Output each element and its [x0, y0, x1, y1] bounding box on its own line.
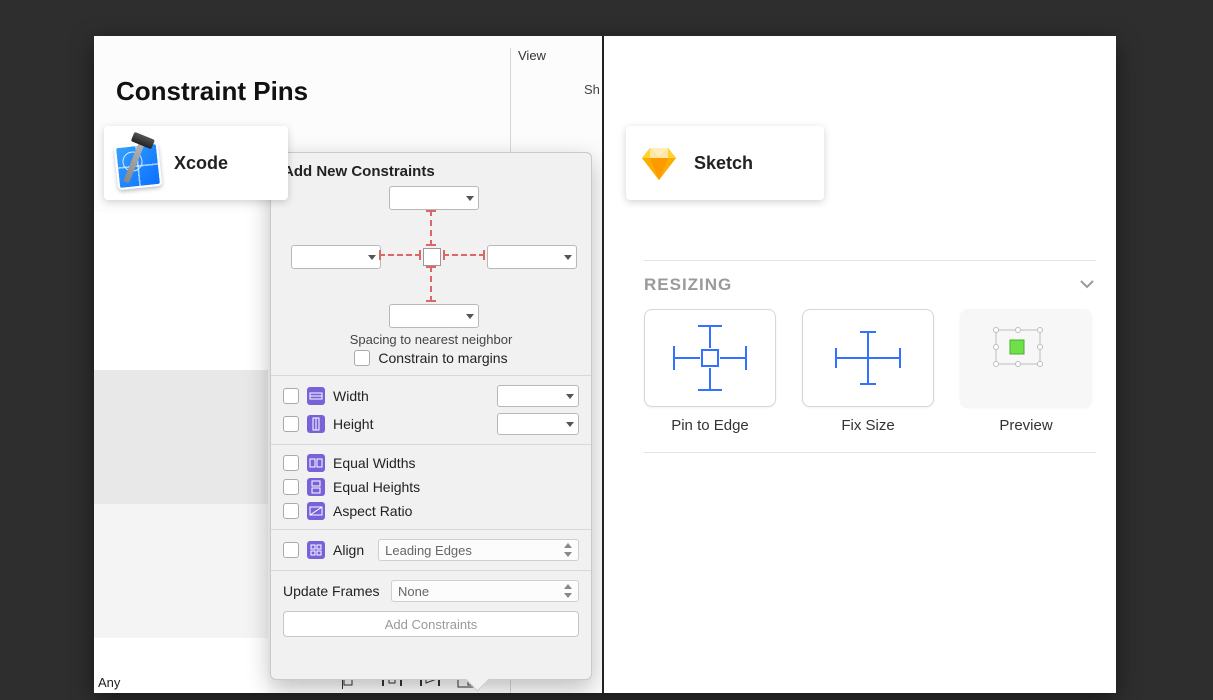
- page-title: Constraint Pins: [116, 76, 308, 107]
- divider: [271, 570, 591, 571]
- height-icon: [307, 415, 325, 433]
- width-value-field[interactable]: [497, 385, 579, 407]
- fix-size-tile[interactable]: [802, 309, 934, 407]
- divider: [644, 452, 1096, 453]
- view-label: View: [518, 48, 546, 63]
- top-strut[interactable]: [430, 210, 434, 246]
- left-strut[interactable]: [379, 254, 421, 258]
- equal-heights-icon: [307, 478, 325, 496]
- add-constraints-button[interactable]: Add Constraints: [283, 611, 579, 637]
- spacing-caption: Spacing to nearest neighbor: [271, 332, 591, 347]
- section-header[interactable]: RESIZING: [644, 260, 1096, 309]
- comparison-card: View Sh Any Constraint Pins Xcode Add Ne…: [94, 36, 1116, 693]
- width-icon: [307, 387, 325, 405]
- divider: [271, 529, 591, 530]
- height-label: Height: [333, 416, 373, 432]
- divider: [271, 444, 591, 445]
- align-checkbox[interactable]: [283, 542, 299, 558]
- right-strut[interactable]: [443, 254, 485, 258]
- update-frames-label: Update Frames: [283, 583, 383, 599]
- left-spacing-field[interactable]: [291, 245, 381, 269]
- ib-outline-column: Any: [94, 212, 268, 693]
- pin-cross: [291, 186, 571, 326]
- fix-size-label: Fix Size: [802, 417, 934, 434]
- equal-heights-label: Equal Heights: [333, 479, 420, 495]
- preview-tile[interactable]: [960, 309, 1092, 407]
- outline-band: [94, 370, 268, 504]
- pin-to-edge-tile[interactable]: [644, 309, 776, 407]
- center-indicator: [423, 248, 441, 266]
- aspect-ratio-icon: [307, 502, 325, 520]
- partial-label: Sh: [584, 82, 600, 97]
- align-select[interactable]: Leading Edges: [378, 539, 579, 561]
- popover-title: Add New Constraints: [271, 153, 591, 186]
- preview-label: Preview: [960, 417, 1092, 434]
- update-frames-value: None: [398, 584, 429, 599]
- equal-widths-icon: [307, 454, 325, 472]
- resizing-cells: Pin to Edge Fix Size: [644, 309, 1096, 434]
- chevron-down-icon: [1078, 275, 1096, 296]
- aspect-ratio-checkbox[interactable]: [283, 503, 299, 519]
- constraints-popover: Add New Constraints Spacing to nearest n…: [270, 152, 592, 680]
- left-pane: View Sh Any Constraint Pins Xcode Add Ne…: [94, 36, 602, 693]
- constrain-margins-label: Constrain to margins: [378, 350, 507, 366]
- app-label: Xcode: [174, 153, 228, 174]
- pin-to-edge-icon: [660, 320, 760, 396]
- align-select-value: Leading Edges: [385, 543, 472, 558]
- constrain-margins-checkbox[interactable]: [354, 350, 370, 366]
- sketch-icon: [638, 142, 680, 184]
- app-label: Sketch: [694, 153, 753, 174]
- width-checkbox[interactable]: [283, 388, 299, 404]
- divider: [271, 375, 591, 376]
- align-label: Align: [333, 542, 364, 558]
- height-checkbox[interactable]: [283, 416, 299, 432]
- width-label: Width: [333, 388, 369, 404]
- section-title: RESIZING: [644, 275, 732, 295]
- right-spacing-field[interactable]: [487, 245, 577, 269]
- outline-band: [94, 504, 268, 638]
- equal-widths-checkbox[interactable]: [283, 455, 299, 471]
- size-class-label: Any: [94, 671, 120, 693]
- preview-icon: [976, 320, 1076, 396]
- bottom-spacing-field[interactable]: [389, 304, 479, 328]
- add-constraints-label: Add Constraints: [385, 617, 478, 632]
- bottom-strut[interactable]: [430, 266, 434, 302]
- top-spacing-field[interactable]: [389, 186, 479, 210]
- align-icon: [307, 541, 325, 559]
- fix-size-icon: [818, 320, 918, 396]
- right-pane: Sketch RESIZING: [604, 36, 1116, 693]
- preview-cell: Preview: [960, 309, 1092, 434]
- equal-heights-checkbox[interactable]: [283, 479, 299, 495]
- pin-to-edge-label: Pin to Edge: [644, 417, 776, 434]
- resizing-section: RESIZING: [644, 252, 1096, 453]
- aspect-ratio-label: Aspect Ratio: [333, 503, 412, 519]
- app-badge-xcode: Xcode: [104, 126, 288, 200]
- xcode-icon: [112, 138, 162, 188]
- fix-size-cell: Fix Size: [802, 309, 934, 434]
- pin-to-edge-cell: Pin to Edge: [644, 309, 776, 434]
- equal-widths-label: Equal Widths: [333, 455, 415, 471]
- app-badge-sketch: Sketch: [626, 126, 824, 200]
- height-value-field[interactable]: [497, 413, 579, 435]
- update-frames-select[interactable]: None: [391, 580, 579, 602]
